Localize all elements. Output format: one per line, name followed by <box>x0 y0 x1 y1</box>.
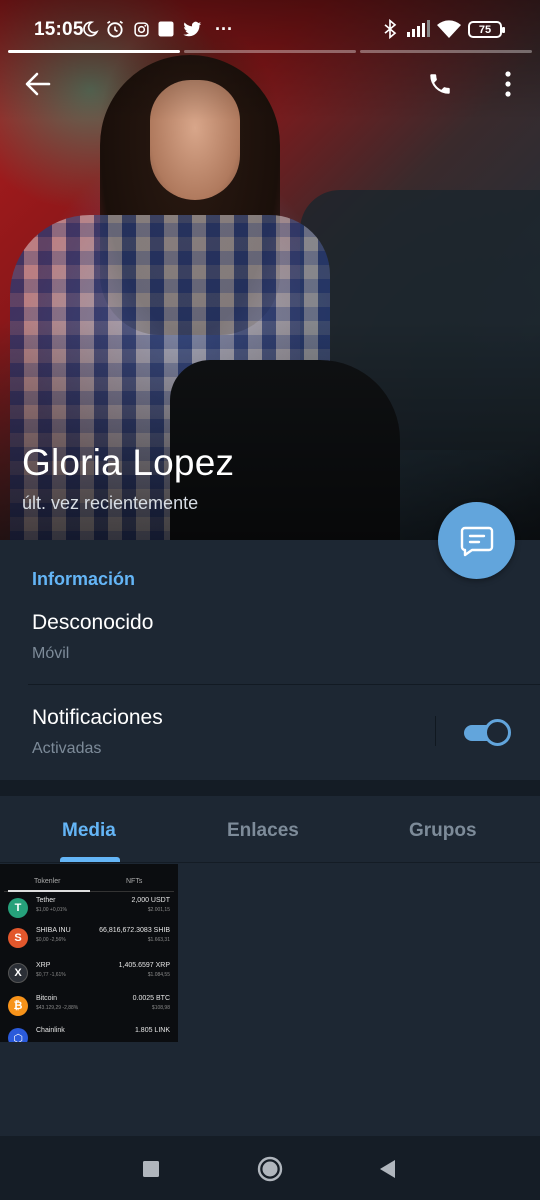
call-button[interactable] <box>420 64 460 104</box>
back-arrow-icon <box>25 72 51 96</box>
tab-media[interactable]: Media <box>62 820 116 842</box>
instagram-icon <box>131 19 151 39</box>
list-item: X XRP $0,77 -1,61% 1,405.6597 XRP $1.084… <box>6 959 174 989</box>
story-progress-segment-1 <box>8 50 180 53</box>
signal-icon <box>405 19 431 39</box>
phone-value[interactable]: Desconocido <box>32 611 153 635</box>
system-nav-bar <box>0 1136 540 1200</box>
status-time: 15:05 <box>34 19 84 40</box>
token-amount: 1,405.6597 XRP <box>118 962 170 969</box>
media-thumbnail[interactable]: Tokenler NFTs T Tether $1,00 +0,01% 2,00… <box>0 864 178 1042</box>
thumb-tab-tokens: Tokenler <box>34 878 61 885</box>
triangle-back-icon <box>380 1160 395 1178</box>
phone-icon <box>430 74 450 94</box>
info-section: Información Desconocido Móvil Notificaci… <box>0 540 540 780</box>
tab-groups[interactable]: Grupos <box>409 820 477 842</box>
tether-icon: T <box>8 898 28 918</box>
bitcoin-icon: ₿ <box>8 996 28 1016</box>
token-price: $0,77 -1,61% <box>36 972 66 978</box>
media-grid: Tokenler NFTs T Tether $1,00 +0,01% 2,00… <box>0 864 540 1136</box>
token-value: $1.084,55 <box>147 972 170 978</box>
message-button[interactable] <box>438 502 515 579</box>
circle-home-icon <box>257 1156 283 1182</box>
token-value: $2.001,15 <box>147 907 170 913</box>
token-name: Tether <box>36 897 56 904</box>
token-amount: 66,816,672.3083 SHIB <box>99 927 170 934</box>
list-item: S SHIBA INU $0,00 -2,56% 66,816,672.3083… <box>6 924 174 954</box>
token-value: $1.663,31 <box>147 937 170 943</box>
vertical-divider <box>435 716 436 746</box>
more-options-button[interactable] <box>488 64 528 104</box>
list-item: ⬡ Chainlink 1.805 LINK <box>6 1024 174 1042</box>
thumb-tab-nfts: NFTs <box>126 878 143 885</box>
token-amount: 2,000 USDT <box>131 897 170 904</box>
shared-media-tabs: Media Enlaces Grupos <box>0 796 540 863</box>
token-name: Chainlink <box>36 1027 65 1034</box>
wifi-icon <box>436 19 462 39</box>
notifications-status: Activadas <box>32 740 102 757</box>
token-name: XRP <box>36 962 51 969</box>
token-price: $1,00 +0,01% <box>36 907 67 913</box>
alarm-icon <box>104 19 126 39</box>
more-notifications-icon: ··· <box>215 18 233 39</box>
status-bar: 15:05 ··· 75 <box>0 0 540 60</box>
bluetooth-icon <box>380 19 400 39</box>
moon-icon <box>80 19 100 39</box>
xrp-icon: X <box>8 963 28 983</box>
thumb-tab-underline <box>8 890 90 892</box>
thumb-tab-bar: Tokenler NFTs <box>4 870 174 892</box>
more-vertical-icon <box>505 71 511 97</box>
active-tab-indicator <box>60 857 120 862</box>
info-section-title: Información <box>32 569 136 589</box>
divider <box>28 684 540 685</box>
recents-button[interactable] <box>134 1152 168 1186</box>
notifications-label[interactable]: Notificaciones <box>32 706 163 730</box>
token-price: $43.129,29 -2,88% <box>36 1005 79 1011</box>
token-name: Bitcoin <box>36 995 58 1002</box>
app-square-icon <box>156 19 176 39</box>
token-name: SHIBA INU <box>36 927 71 934</box>
home-button[interactable] <box>253 1152 287 1186</box>
profile-last-seen: últ. vez recientemente <box>22 493 199 513</box>
toggle-knob <box>484 719 511 746</box>
phone-label: Móvil <box>32 645 70 662</box>
chainlink-icon: ⬡ <box>8 1028 28 1042</box>
list-item: T Tether $1,00 +0,01% 2,000 USDT $2.001,… <box>6 894 174 924</box>
token-amount: 1.805 LINK <box>134 1027 170 1034</box>
story-progress-segment-2 <box>184 50 356 53</box>
twitter-icon <box>181 19 203 39</box>
back-button[interactable] <box>18 64 58 104</box>
profile-name: Gloria Lopez <box>22 442 235 483</box>
nav-back-button[interactable] <box>370 1152 404 1186</box>
tab-links[interactable]: Enlaces <box>227 820 299 842</box>
battery-icon: 75 <box>468 21 505 38</box>
story-progress <box>8 50 532 53</box>
token-amount: 0.0025 BTC <box>132 995 170 1002</box>
story-progress-segment-3 <box>360 50 532 53</box>
list-item: ₿ Bitcoin $43.129,29 -2,88% 0.0025 BTC $… <box>6 992 174 1022</box>
square-recents-icon <box>143 1161 159 1177</box>
token-value: $108,98 <box>151 1005 170 1011</box>
section-gap <box>0 780 540 796</box>
token-price: $0,00 -2,56% <box>36 937 66 943</box>
notifications-toggle[interactable] <box>464 719 512 747</box>
message-icon <box>460 526 493 556</box>
shiba-inu-icon: S <box>8 928 28 948</box>
